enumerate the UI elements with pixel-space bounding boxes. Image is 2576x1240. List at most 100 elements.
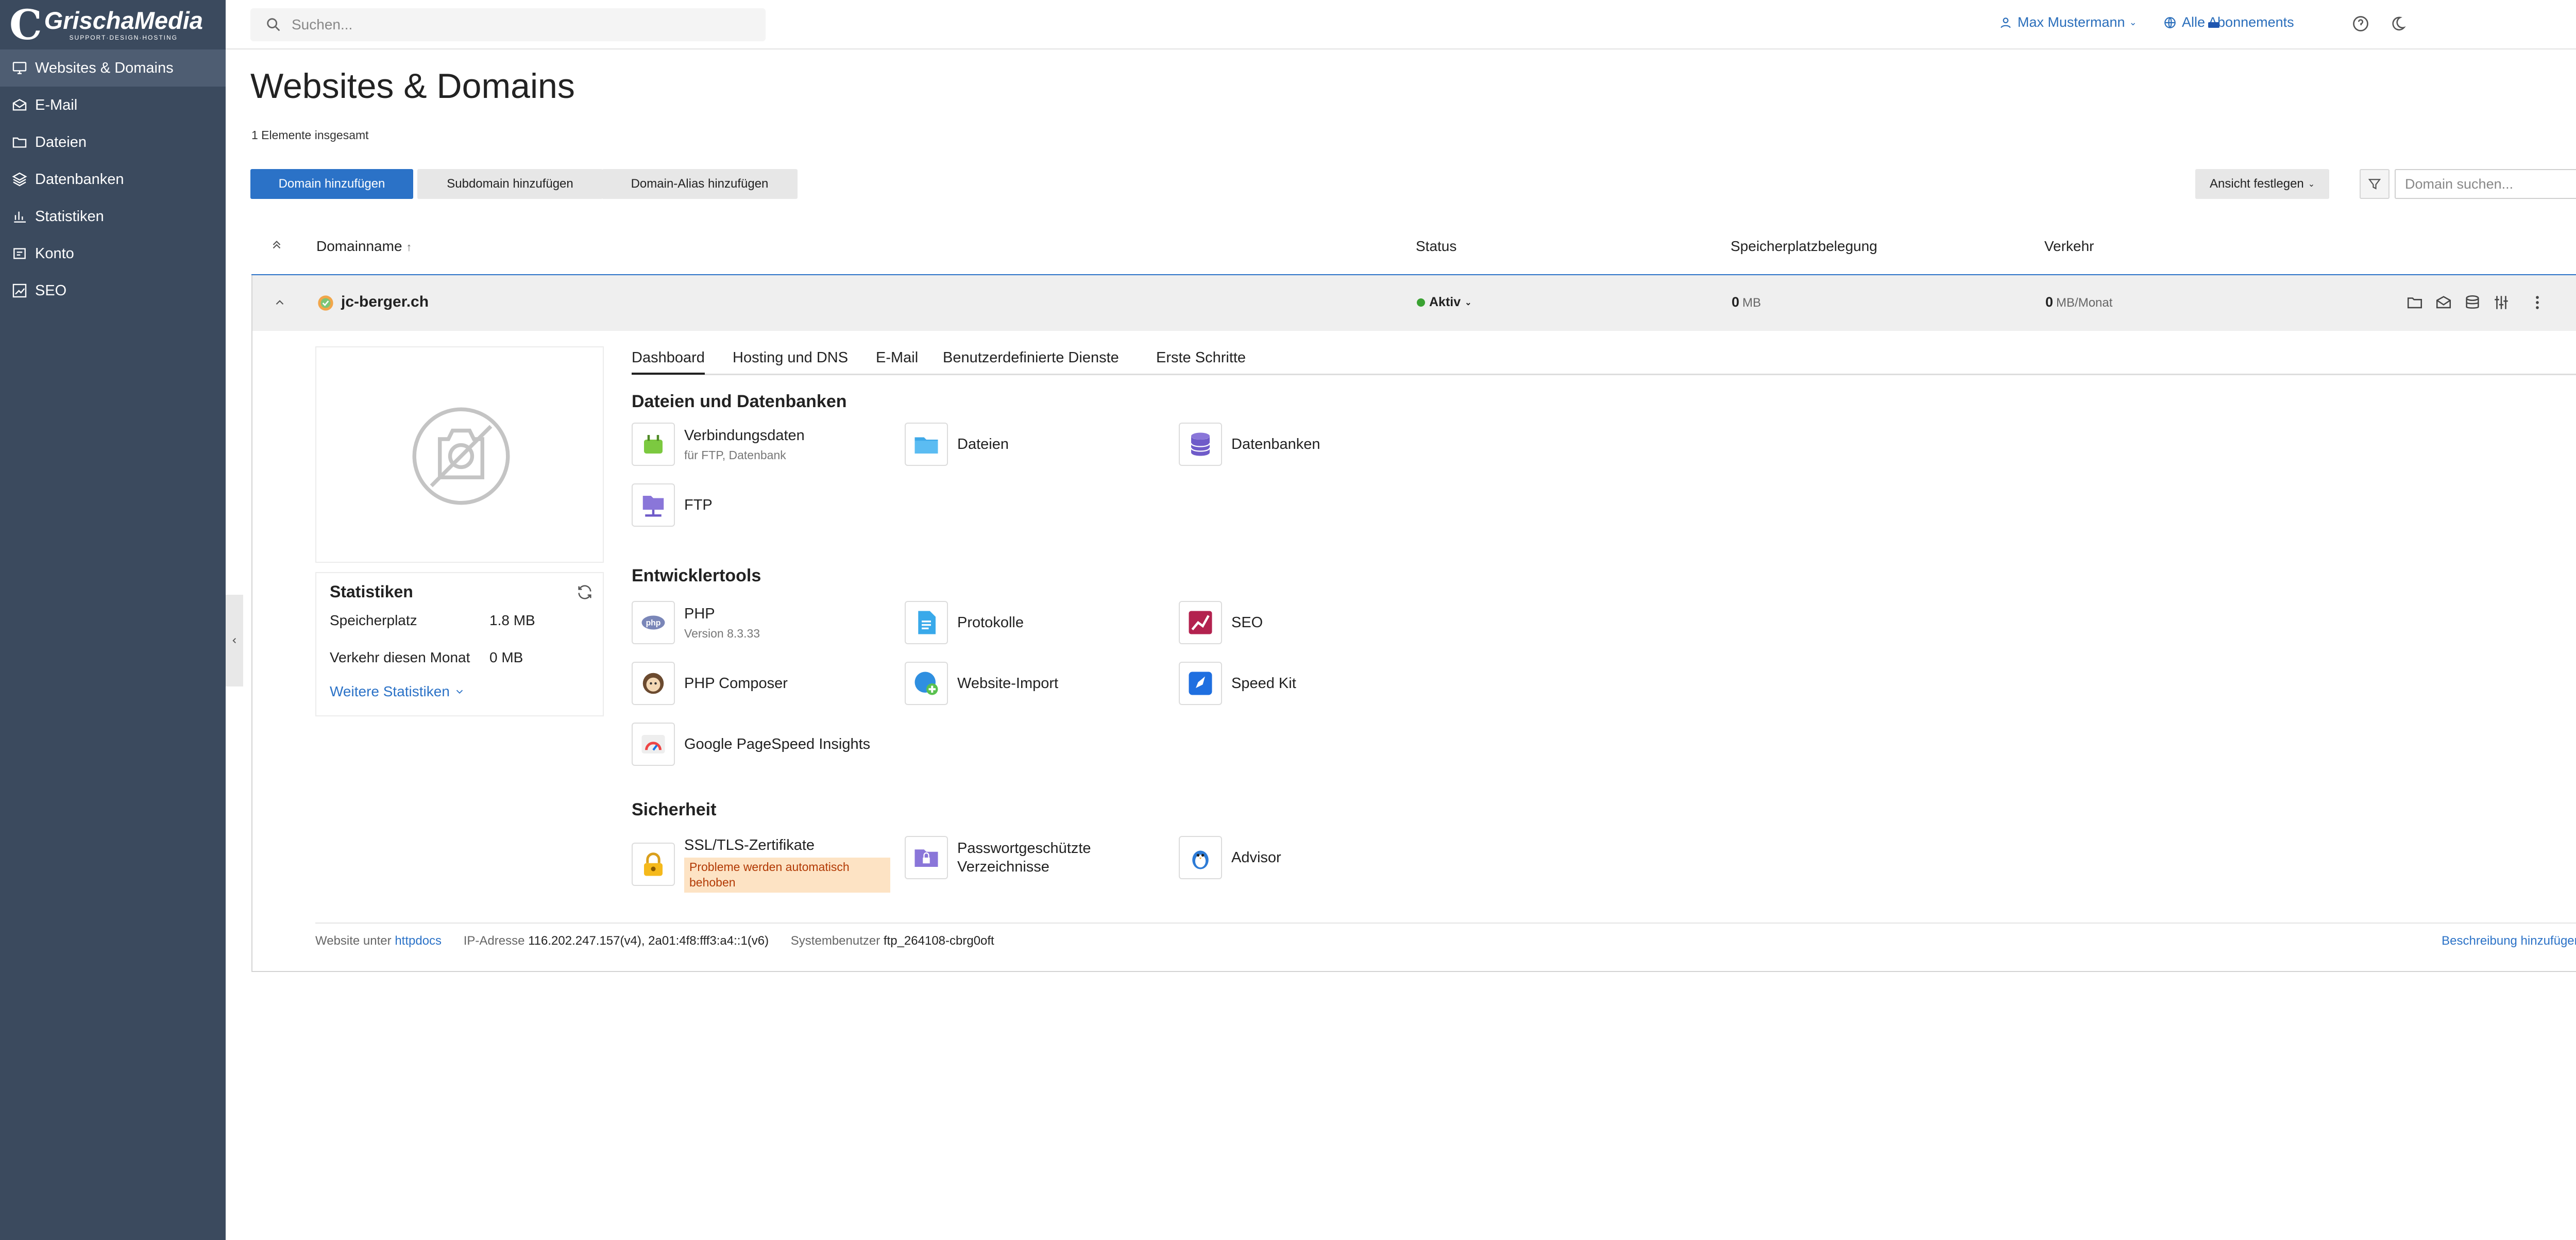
- settings-sliders-icon[interactable]: [2493, 294, 2510, 311]
- mail-icon[interactable]: [2435, 294, 2452, 311]
- tool-ftp[interactable]: FTP: [632, 483, 713, 527]
- sidebar-item-statistics[interactable]: Statistiken: [0, 198, 226, 235]
- sidebar-item-email[interactable]: E-Mail: [0, 87, 226, 124]
- php-icon: php: [641, 615, 665, 630]
- table-row[interactable]: jc-berger.ch Aktiv ⌄ 0 MB 0 MB/Monat: [251, 275, 2576, 331]
- more-menu-icon[interactable]: [2529, 294, 2546, 311]
- database-icon[interactable]: [2464, 294, 2481, 311]
- tool-seo[interactable]: SEO: [1179, 601, 1263, 644]
- document-root-link[interactable]: httpdocs: [395, 934, 442, 948]
- domain-search-input[interactable]: Domain suchen...: [2395, 169, 2576, 199]
- plug-icon: [644, 435, 663, 454]
- traffic-value: 0 MB/Monat: [2045, 294, 2112, 310]
- statistics-title: Statistiken: [330, 582, 413, 601]
- domain-detail-panel: Statistiken Speicherplatz 1.8 MB Verkehr…: [251, 331, 2576, 972]
- tab-email[interactable]: E-Mail: [876, 349, 918, 366]
- tool-files[interactable]: Dateien: [905, 423, 1009, 466]
- folder-icon[interactable]: [2406, 294, 2424, 311]
- sidebar-toggle[interactable]: [226, 595, 243, 686]
- tool-php[interactable]: php PHP Version 8.3.33: [632, 601, 760, 644]
- subscriptions-label: Alle Abonnements: [2182, 14, 2294, 30]
- tool-pagespeed-insights[interactable]: Google PageSpeed Insights: [632, 723, 870, 766]
- tab-getting-started[interactable]: Erste Schritte: [1156, 349, 1246, 366]
- tab-hosting-dns[interactable]: Hosting und DNS: [733, 349, 848, 366]
- sort-asc-icon: ↑: [406, 241, 412, 254]
- domain-search-placeholder: Domain suchen...: [2405, 176, 2514, 192]
- sidebar: C GrischaMedia SUPPORT·DESIGN·HOSTING We…: [0, 0, 226, 1240]
- globe-import-icon: [914, 672, 938, 695]
- system-user-label: Systembenutzer: [790, 934, 880, 948]
- no-photo-icon: [412, 407, 510, 505]
- chevron-left-icon: [232, 638, 236, 644]
- ip-value: 116.202.247.157(v4), 2a01:4f8:fff3:a4::1…: [528, 934, 769, 948]
- moon-icon[interactable]: [2388, 14, 2407, 33]
- chevron-up-icon[interactable]: [273, 296, 286, 309]
- tool-name: Website-Import: [957, 675, 1059, 692]
- chevron-down-icon: [456, 690, 463, 694]
- column-status[interactable]: Status: [1416, 238, 1456, 255]
- column-domain[interactable]: Domainname ↑: [316, 238, 412, 255]
- domain-status-icon: [318, 295, 333, 311]
- view-settings-button[interactable]: Ansicht festlegen ⌄: [2195, 169, 2330, 199]
- tool-ssl-certificates[interactable]: SSL/TLS-Zertifikate Probleme werden autom…: [632, 836, 890, 893]
- brand-logo[interactable]: C GrischaMedia SUPPORT·DESIGN·HOSTING: [0, 0, 226, 49]
- seo-icon: [1189, 611, 1212, 634]
- add-domain-alias-button[interactable]: Domain-Alias hinzufügen: [602, 169, 798, 199]
- view-settings-label: Ansicht festlegen: [2210, 177, 2304, 191]
- tool-website-import[interactable]: Website-Import: [905, 662, 1058, 705]
- flag-icon[interactable]: [2208, 22, 2219, 28]
- tool-advisor[interactable]: Advisor: [1179, 836, 1281, 879]
- seo-icon: [12, 283, 27, 298]
- sidebar-item-seo[interactable]: SEO: [0, 272, 226, 309]
- sidebar-item-websites-domains[interactable]: Websites & Domains: [0, 49, 226, 87]
- collapse-all-icon[interactable]: [270, 238, 283, 252]
- status-badge[interactable]: Aktiv ⌄: [1417, 295, 1472, 310]
- column-traffic[interactable]: Verkehr: [2044, 238, 2094, 255]
- tool-name: SEO: [1231, 614, 1263, 631]
- refresh-icon[interactable]: [576, 583, 594, 601]
- add-description-link[interactable]: Beschreibung hinzufügen: [2442, 934, 2576, 948]
- tool-logs[interactable]: Protokolle: [905, 601, 1024, 644]
- add-subdomain-button[interactable]: Subdomain hinzufügen: [417, 169, 603, 199]
- more-statistics-link[interactable]: Weitere Statistiken: [330, 683, 465, 700]
- sidebar-item-files[interactable]: Dateien: [0, 124, 226, 161]
- tool-connection-data[interactable]: Verbindungsdaten für FTP, Datenbank: [632, 423, 805, 466]
- tool-name: Advisor: [1231, 849, 1281, 866]
- sidebar-item-databases[interactable]: Datenbanken: [0, 161, 226, 198]
- help-icon[interactable]: [2351, 14, 2370, 33]
- statistics-card: Statistiken Speicherplatz 1.8 MB Verkehr…: [315, 572, 604, 716]
- tab-dashboard[interactable]: Dashboard: [632, 349, 705, 375]
- main-content: Websites & Domains 1 Elemente insgesamt …: [226, 49, 2576, 1240]
- globe-icon: [2164, 16, 2176, 28]
- logo-tagline: SUPPORT·DESIGN·HOSTING: [69, 34, 178, 41]
- status-label: Aktiv: [1429, 295, 1461, 309]
- add-domain-button[interactable]: Domain hinzufügen: [250, 169, 413, 199]
- ip-label: IP-Adresse: [463, 934, 525, 948]
- traffic-stat-value: 0 MB: [489, 649, 523, 665]
- collapse-panel-icon[interactable]: [2574, 78, 2576, 97]
- tool-subtitle: Version 8.3.33: [684, 626, 760, 640]
- domain-name-link[interactable]: jc-berger.ch: [341, 293, 429, 311]
- column-storage[interactable]: Speicherplatzbelegung: [1731, 238, 1877, 255]
- sidebar-item-label: SEO: [35, 282, 67, 299]
- user-menu[interactable]: Max Mustermann ⌄: [1999, 14, 2137, 30]
- website-preview[interactable]: [315, 346, 604, 563]
- filter-button[interactable]: [2360, 169, 2389, 199]
- storage-number: 0: [1732, 294, 1740, 310]
- subscriptions-menu[interactable]: Alle Abonnements: [2163, 14, 2294, 30]
- sidebar-item-label: Websites & Domains: [35, 59, 174, 76]
- tool-php-composer[interactable]: PHP Composer: [632, 662, 788, 705]
- tool-databases[interactable]: Datenbanken: [1179, 423, 1320, 466]
- sidebar-item-label: Datenbanken: [35, 171, 124, 188]
- sidebar-item-account[interactable]: Konto: [0, 235, 226, 272]
- folder-icon: [914, 437, 938, 454]
- tab-custom-services[interactable]: Benutzerdefinierte Dienste: [943, 349, 1119, 366]
- chevron-down-icon: ⌄: [2129, 17, 2137, 27]
- tool-speed-kit[interactable]: Speed Kit: [1179, 662, 1296, 705]
- database-icon: [1190, 432, 1211, 456]
- logo-name: GrischaMedia: [44, 7, 203, 34]
- tool-protected-directories[interactable]: Passwortgeschützte Verzeichnisse: [905, 836, 1112, 879]
- filter-icon: [2368, 179, 2381, 190]
- global-search-input[interactable]: Suchen...: [250, 8, 766, 41]
- more-statistics-label: Weitere Statistiken: [330, 683, 450, 699]
